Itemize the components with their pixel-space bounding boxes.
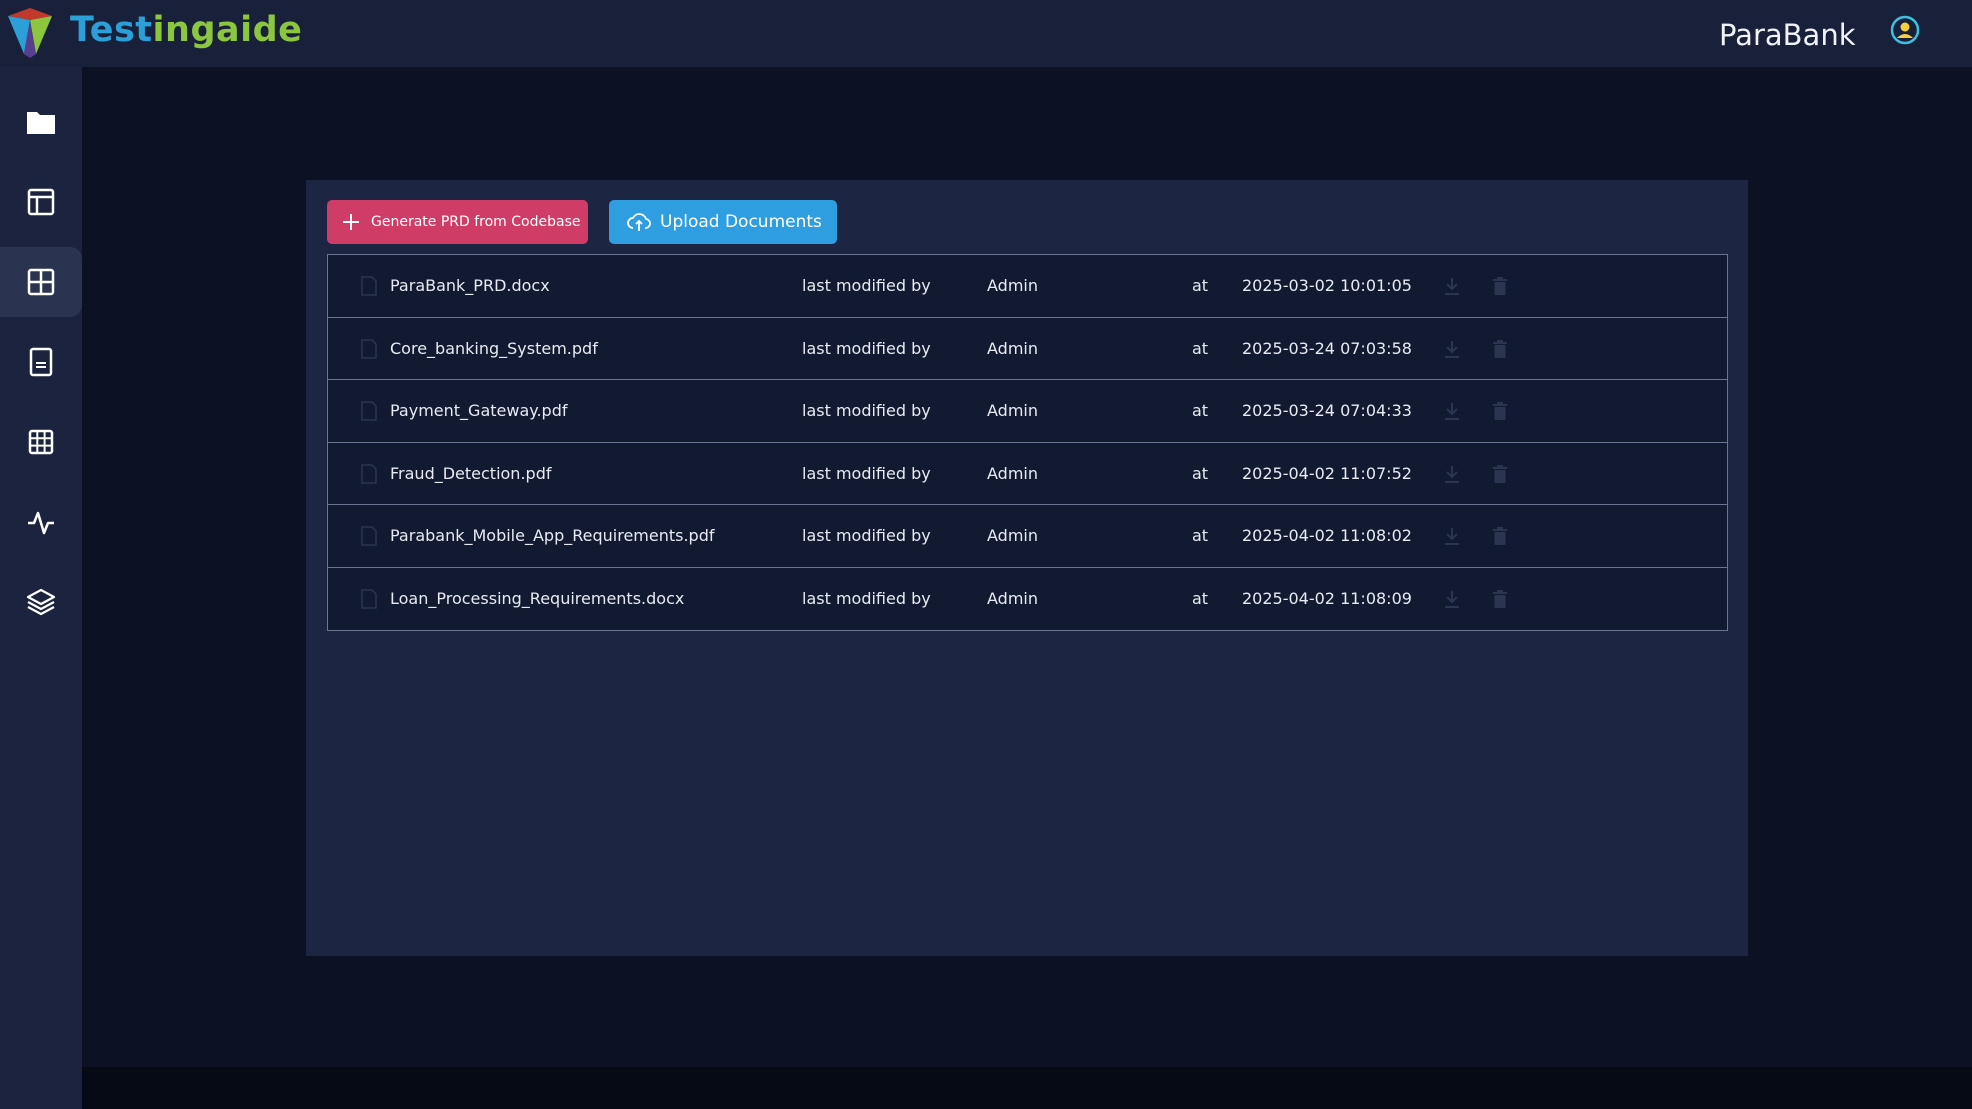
file-name[interactable]: ParaBank_PRD.docx (390, 255, 550, 317)
file-icon (361, 276, 377, 296)
modified-timestamp: 2025-03-02 10:01:05 (1242, 276, 1412, 295)
user-account-icon[interactable] (1890, 15, 1920, 45)
document-icon (29, 347, 53, 377)
download-icon[interactable] (1444, 277, 1460, 295)
modified-timestamp: 2025-04-02 11:08:09 (1242, 588, 1412, 608)
modified-timestamp: 2025-04-02 11:07:52 (1242, 463, 1412, 483)
at-label: at (1192, 588, 1209, 608)
file-icon (361, 588, 377, 609)
file-icon (361, 526, 377, 546)
download-icon[interactable] (1444, 340, 1460, 358)
file-name[interactable]: Fraud_Detection.pdf (390, 443, 551, 505)
file-icon (361, 338, 377, 359)
bottom-strip (82, 1067, 1972, 1109)
project-name: ParaBank (1719, 18, 1856, 52)
author-name: Admin (987, 338, 1038, 358)
at-label: at (1192, 276, 1209, 295)
sidebar-item-layers[interactable] (0, 567, 82, 637)
layout-icon (27, 188, 55, 216)
table-row[interactable]: Core_banking_System.pdf last modified by… (328, 317, 1727, 380)
cloud-upload-icon (627, 213, 651, 231)
layers-icon (26, 588, 56, 616)
file-icon (361, 463, 377, 484)
trash-icon[interactable] (1493, 589, 1507, 608)
add-box-icon (27, 268, 55, 296)
sidebar-item-tables[interactable] (0, 407, 82, 477)
modified-timestamp: 2025-04-02 11:08:02 (1242, 526, 1412, 545)
modified-by-label: last modified by (802, 588, 931, 608)
documents-panel: Generate PRD from Codebase Upload Docume… (306, 180, 1748, 956)
sidebar (0, 67, 82, 1109)
author-name: Admin (987, 276, 1038, 295)
modified-by-label: last modified by (802, 526, 931, 545)
trash-icon[interactable] (1493, 527, 1507, 545)
plus-icon (343, 214, 359, 230)
file-name[interactable]: Loan_Processing_Requirements.docx (390, 568, 684, 630)
table-row[interactable]: Payment_Gateway.pdf last modified by Adm… (328, 380, 1727, 443)
download-icon[interactable] (1444, 465, 1460, 483)
file-name[interactable]: Payment_Gateway.pdf (390, 380, 567, 442)
file-icon (361, 401, 377, 421)
author-name: Admin (987, 401, 1038, 420)
trash-icon[interactable] (1493, 339, 1507, 358)
modified-timestamp: 2025-03-24 07:04:33 (1242, 401, 1412, 420)
modified-by-label: last modified by (802, 463, 931, 483)
modified-by-label: last modified by (802, 401, 931, 420)
at-label: at (1192, 463, 1209, 483)
author-name: Admin (987, 588, 1038, 608)
sidebar-item-add[interactable] (0, 247, 82, 317)
upload-documents-label: Upload Documents (660, 212, 822, 232)
author-name: Admin (987, 526, 1038, 545)
file-name[interactable]: Parabank_Mobile_App_Requirements.pdf (390, 505, 715, 567)
table-row[interactable]: ParaBank_PRD.docx last modified by Admin… (328, 255, 1727, 318)
top-bar: Testingaide ParaBank (0, 0, 1972, 67)
file-name[interactable]: Core_banking_System.pdf (390, 318, 598, 380)
table-row[interactable]: Loan_Processing_Requirements.docx last m… (328, 567, 1727, 630)
generate-prd-button[interactable]: Generate PRD from Codebase (327, 200, 588, 244)
modified-by-label: last modified by (802, 276, 931, 295)
brand-name-part2: ingaide (152, 10, 303, 50)
brand-name-part1: Test (70, 10, 153, 50)
table-row[interactable]: Fraud_Detection.pdf last modified by Adm… (328, 442, 1727, 505)
documents-table: ParaBank_PRD.docx last modified by Admin… (327, 254, 1728, 631)
sidebar-item-activity[interactable] (0, 487, 82, 557)
at-label: at (1192, 338, 1209, 358)
testingaide-logo-icon (8, 8, 52, 58)
modified-by-label: last modified by (802, 338, 931, 358)
trash-icon[interactable] (1493, 402, 1507, 420)
trash-icon[interactable] (1493, 464, 1507, 483)
download-icon[interactable] (1444, 590, 1460, 608)
grid-table-icon (28, 429, 54, 455)
brand-name: Testingaide (70, 8, 302, 52)
trash-icon[interactable] (1493, 277, 1507, 295)
folder-icon (27, 112, 55, 134)
modified-timestamp: 2025-03-24 07:03:58 (1242, 338, 1412, 358)
activity-icon (28, 511, 54, 535)
sidebar-item-layout[interactable] (0, 167, 82, 237)
download-icon[interactable] (1444, 527, 1460, 545)
sidebar-item-documents[interactable] (0, 327, 82, 397)
table-row[interactable]: Parabank_Mobile_App_Requirements.pdf las… (328, 505, 1727, 568)
sidebar-item-folders[interactable] (0, 87, 82, 157)
at-label: at (1192, 526, 1209, 545)
at-label: at (1192, 401, 1209, 420)
upload-documents-button[interactable]: Upload Documents (609, 200, 837, 244)
generate-prd-label: Generate PRD from Codebase (371, 214, 581, 230)
download-icon[interactable] (1444, 402, 1460, 420)
author-name: Admin (987, 463, 1038, 483)
